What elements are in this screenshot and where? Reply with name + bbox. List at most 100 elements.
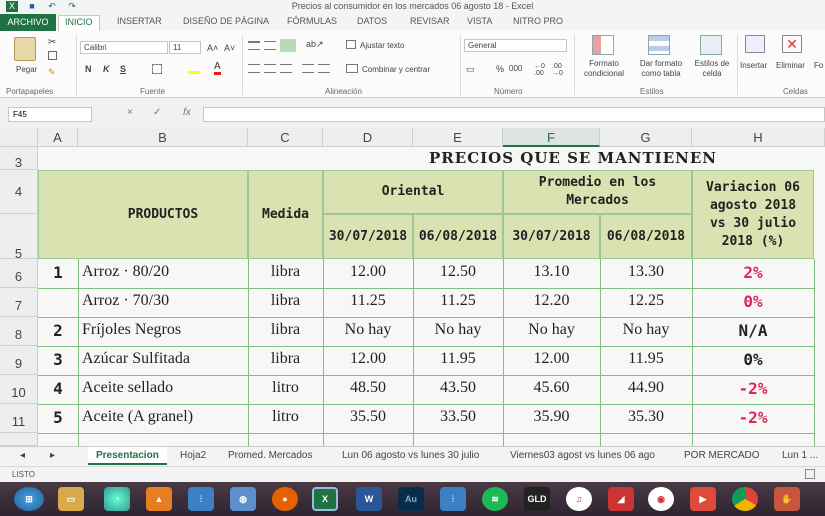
wrap-text-button[interactable]: Ajustar texto bbox=[360, 41, 404, 50]
font-size-select[interactable]: 11 bbox=[169, 41, 201, 54]
row-header[interactable]: 11 bbox=[0, 404, 38, 433]
price-cell[interactable]: No hay bbox=[323, 321, 413, 339]
font-color-icon[interactable]: A bbox=[214, 62, 221, 75]
sheet-tab-viernes03[interactable]: Viernes03 agost vs lunes 06 ago bbox=[510, 450, 655, 461]
format-table-button[interactable]: Dar formato como tabla bbox=[634, 59, 688, 79]
sheet-tab-lun06[interactable]: Lun 06 agosto vs lunes 30 julio bbox=[342, 450, 479, 461]
product-name[interactable]: Arroz · 80/20 bbox=[82, 263, 248, 281]
column-header[interactable]: A bbox=[38, 128, 78, 147]
chrome-icon[interactable] bbox=[732, 487, 758, 511]
price-cell[interactable]: 12.50 bbox=[413, 263, 503, 281]
price-cell[interactable]: 12.20 bbox=[503, 292, 600, 310]
unit-cell[interactable]: libra bbox=[248, 350, 323, 368]
item-number[interactable]: 4 bbox=[38, 379, 78, 398]
price-cell[interactable]: No hay bbox=[600, 321, 692, 339]
align-center-icon[interactable] bbox=[264, 64, 276, 73]
row-header[interactable]: 10 bbox=[0, 375, 38, 404]
item-number[interactable]: 1 bbox=[38, 263, 78, 282]
product-name[interactable]: Azúcar Sulfitada bbox=[82, 350, 248, 368]
decrease-font-icon[interactable]: A˅ bbox=[224, 43, 235, 53]
sheet-tab-hoja2[interactable]: Hoja2 bbox=[180, 450, 206, 461]
price-cell[interactable]: 48.50 bbox=[323, 379, 413, 397]
row-header[interactable]: 4 bbox=[0, 170, 38, 214]
product-name[interactable]: Aceite (A granel) bbox=[82, 408, 248, 426]
item-number[interactable]: 2 bbox=[38, 321, 78, 340]
tab-vista[interactable]: VISTA bbox=[467, 16, 492, 26]
price-cell[interactable]: 11.95 bbox=[413, 350, 503, 368]
spotify-icon[interactable]: ≋ bbox=[482, 487, 508, 511]
sheet-tab-presentacion[interactable]: Presentacion bbox=[88, 447, 167, 465]
cancel-icon[interactable]: × bbox=[127, 107, 133, 118]
insert-cells-icon[interactable] bbox=[745, 35, 765, 53]
italic-button[interactable]: K bbox=[103, 64, 110, 74]
tab-nitro-pro[interactable]: NITRO PRO bbox=[513, 16, 563, 26]
increase-indent-icon[interactable] bbox=[318, 64, 330, 73]
tab-insertar[interactable]: INSERTAR bbox=[117, 16, 162, 26]
align-left-icon[interactable] bbox=[248, 64, 260, 73]
row-header[interactable] bbox=[0, 433, 38, 446]
unit-cell[interactable]: libra bbox=[248, 263, 323, 281]
decrease-decimal-icon[interactable]: .00 →0 bbox=[552, 63, 563, 77]
product-name[interactable]: Arroz · 70/30 bbox=[82, 292, 248, 310]
app-chart-icon[interactable]: ◔ bbox=[104, 487, 130, 511]
column-header[interactable]: B bbox=[78, 128, 248, 147]
row-header[interactable]: 3 bbox=[0, 147, 38, 170]
price-cell[interactable]: 12.00 bbox=[323, 350, 413, 368]
row-header[interactable]: 7 bbox=[0, 288, 38, 317]
tab-formulas[interactable]: FÓRMULAS bbox=[287, 16, 337, 26]
item-number[interactable]: 5 bbox=[38, 408, 78, 427]
tab-inicio[interactable]: INICIO bbox=[58, 15, 100, 31]
conditional-format-icon[interactable] bbox=[592, 35, 614, 55]
price-cell[interactable]: 11.25 bbox=[413, 292, 503, 310]
tab-archivo[interactable]: ARCHIVO bbox=[0, 14, 56, 31]
borders-icon[interactable] bbox=[152, 64, 162, 74]
cell-styles-icon[interactable] bbox=[700, 35, 722, 55]
accounting-format-icon[interactable]: ▭ bbox=[466, 64, 475, 75]
price-cell[interactable]: 35.30 bbox=[600, 408, 692, 426]
scroll-right-icon[interactable]: ▸ bbox=[50, 450, 55, 461]
price-cell[interactable]: 11.25 bbox=[323, 292, 413, 310]
format-button[interactable]: Fo bbox=[814, 61, 823, 70]
format-painter-icon[interactable]: ✎ bbox=[48, 67, 56, 78]
align-top-icon[interactable] bbox=[248, 41, 260, 50]
underline-button[interactable]: S bbox=[120, 64, 126, 74]
price-cell[interactable]: 44.90 bbox=[600, 379, 692, 397]
item-number[interactable]: 3 bbox=[38, 350, 78, 369]
paste-icon[interactable] bbox=[14, 37, 36, 61]
mixer2-icon[interactable]: ⫶ bbox=[440, 487, 466, 511]
row-header[interactable]: 8 bbox=[0, 317, 38, 346]
formula-input[interactable] bbox=[203, 107, 825, 122]
row-header[interactable]: 5 bbox=[0, 214, 38, 261]
insert-function-icon[interactable]: fx bbox=[183, 107, 191, 118]
orientation-icon[interactable]: ab↗ bbox=[306, 39, 324, 50]
firefox-icon[interactable]: ● bbox=[272, 487, 298, 511]
row-header[interactable]: 9 bbox=[0, 346, 38, 375]
price-cell[interactable]: 33.50 bbox=[413, 408, 503, 426]
unit-cell[interactable]: litro bbox=[248, 408, 323, 426]
insert-button[interactable]: Insertar bbox=[740, 61, 767, 70]
gld-editor-icon[interactable]: GLD bbox=[524, 487, 550, 511]
sheet-tab-promed-mercados[interactable]: Promed. Mercados bbox=[228, 450, 312, 461]
bold-button[interactable]: N bbox=[85, 64, 92, 74]
price-cell[interactable]: 13.30 bbox=[600, 263, 692, 281]
wrap-text-icon[interactable] bbox=[346, 40, 356, 49]
price-cell[interactable]: 12.25 bbox=[600, 292, 692, 310]
variation-cell[interactable]: 0% bbox=[692, 292, 814, 311]
price-cell[interactable]: 45.60 bbox=[503, 379, 600, 397]
column-header-selected[interactable]: F bbox=[503, 128, 600, 147]
thousands-button[interactable]: 000 bbox=[509, 64, 522, 73]
excel-taskbar-icon[interactable]: X bbox=[312, 487, 338, 511]
mixer-icon[interactable]: ⫶ bbox=[188, 487, 214, 511]
start-button-icon[interactable]: ⊞ bbox=[14, 487, 44, 511]
tab-diseno-pagina[interactable]: DISEÑO DE PÁGINA bbox=[183, 16, 269, 26]
unit-cell[interactable]: litro bbox=[248, 379, 323, 397]
increase-decimal-icon[interactable]: ←0.00 bbox=[534, 63, 545, 77]
file-explorer-icon[interactable]: ▭ bbox=[58, 487, 84, 511]
conditional-format-button[interactable]: Formato condicional bbox=[576, 59, 632, 79]
globe-icon[interactable]: ◍ bbox=[230, 487, 256, 511]
fill-color-icon[interactable] bbox=[188, 64, 200, 74]
vlc-icon[interactable]: ▲ bbox=[146, 487, 172, 511]
decrease-indent-icon[interactable] bbox=[302, 64, 314, 73]
delete-cells-icon[interactable]: ✕ bbox=[782, 35, 802, 53]
price-cell[interactable]: 35.50 bbox=[323, 408, 413, 426]
